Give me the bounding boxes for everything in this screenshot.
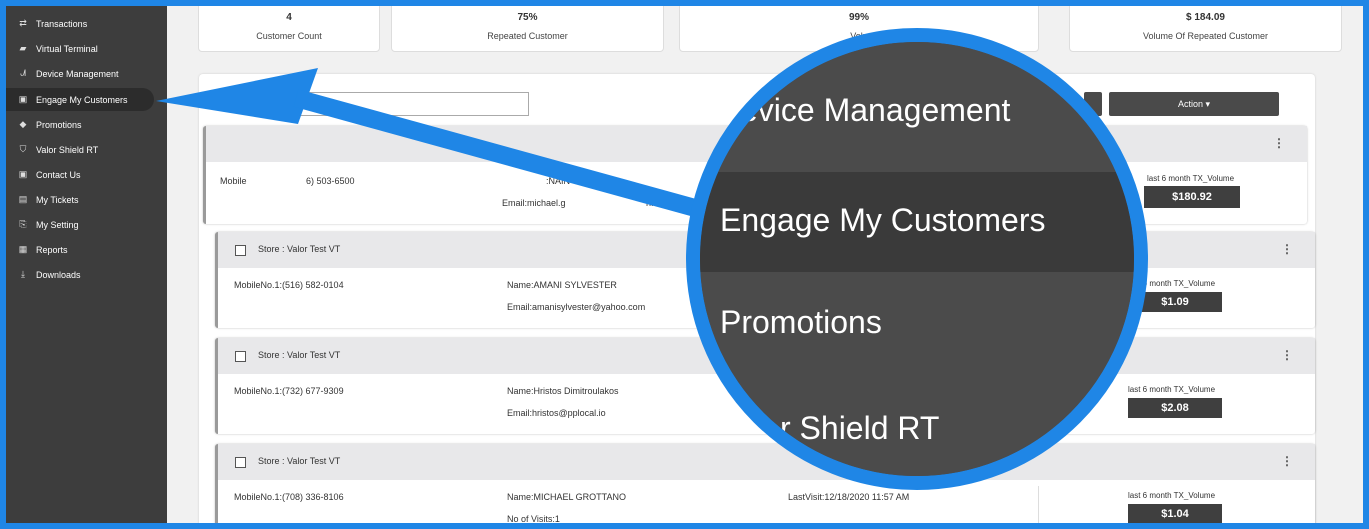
app-window: ⇄ Transactions ▰ Virtual Terminal ᗂ Device … <box>6 6 1363 523</box>
zoom-device-management: evice Management <box>740 92 1011 128</box>
arrow-shaft <box>293 89 709 220</box>
zoom-valor-shield: r Shield RT <box>780 410 940 446</box>
zoom-promotions: Promotions <box>720 304 882 340</box>
arrow-head <box>156 68 318 124</box>
annotation-arrow <box>156 68 709 220</box>
zoom-magnifier: evice Management Engage My Customers Pro… <box>686 28 1148 490</box>
zoom-engage-my-customers: Engage My Customers <box>720 202 1046 238</box>
